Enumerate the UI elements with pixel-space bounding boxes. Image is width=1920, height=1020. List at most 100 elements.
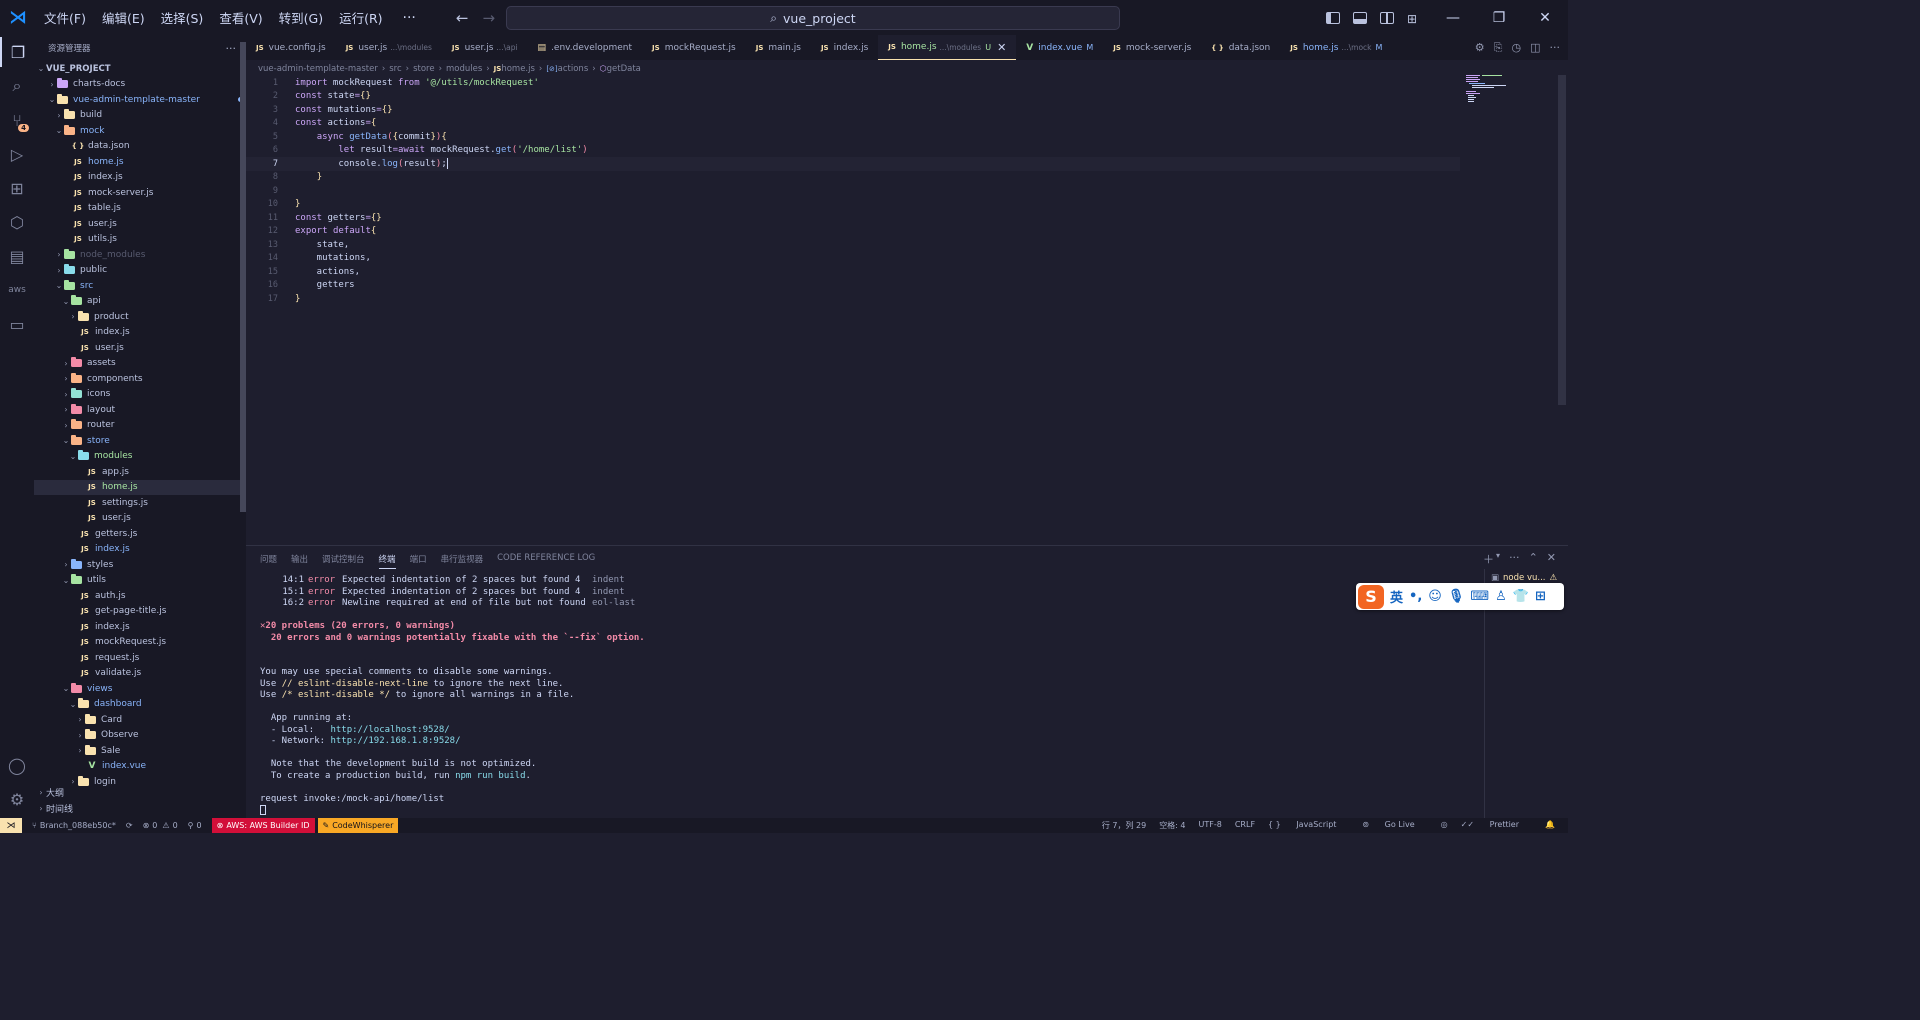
tree-item[interactable]: JS index.js xyxy=(34,325,246,341)
warning-count[interactable]: 0 xyxy=(173,821,178,830)
tree-item[interactable]: JS request.js xyxy=(34,650,246,666)
command-center-search[interactable]: ⌕ vue_project xyxy=(506,6,1120,30)
restore-icon[interactable]: ❐ xyxy=(1476,10,1522,26)
tree-item[interactable]: ⌄ utils xyxy=(34,573,246,589)
skin-icon[interactable]: 👕 xyxy=(1513,589,1529,604)
aws-icon[interactable]: aws xyxy=(0,275,34,305)
code-line[interactable]: 3 const mutations ={} xyxy=(246,103,1460,117)
chevron-down-icon[interactable]: ⌄ xyxy=(61,576,71,585)
panel-more-icon[interactable]: ··· xyxy=(1509,551,1520,567)
tab-mockrequest-js[interactable]: JS mockRequest.js xyxy=(642,35,746,60)
testing-icon[interactable]: ▤ xyxy=(0,241,34,271)
toggle-panel-icon[interactable] xyxy=(1353,11,1367,24)
tree-item[interactable]: JS user.js xyxy=(34,340,246,356)
chevron-right-icon[interactable]: › xyxy=(54,266,64,275)
maximize-panel-icon[interactable]: ⌃ xyxy=(1529,551,1538,567)
error-count[interactable]: 0 xyxy=(152,821,157,830)
panel-tab[interactable]: CODE REFERENCE LOG xyxy=(497,553,595,569)
language-mode[interactable]: { } JavaScript xyxy=(1268,820,1349,831)
branch-name[interactable]: Branch_088eb50c* xyxy=(40,821,116,830)
chevron-down-icon[interactable]: ⌄ xyxy=(47,95,57,104)
panel-tab[interactable]: 终端 xyxy=(378,553,396,569)
menu-item-1[interactable]: 编辑(E) xyxy=(102,8,145,27)
chevron-down-icon[interactable]: ⌄ xyxy=(61,684,71,693)
tree-item[interactable]: › styles xyxy=(34,557,246,573)
tree-item[interactable]: { } data.json xyxy=(34,139,246,155)
chevron-down-icon[interactable]: ⌄ xyxy=(68,700,78,709)
tree-item[interactable]: ⌄ views xyxy=(34,681,246,697)
menu-item-0[interactable]: 文件(F) xyxy=(44,8,86,27)
chevron-right-icon[interactable]: › xyxy=(61,421,71,430)
tree-item[interactable]: ⌄ dashboard xyxy=(34,697,246,713)
local-url-link[interactable]: http://localhost:9528/ xyxy=(330,725,449,737)
account-icon[interactable]: ◯ xyxy=(0,750,34,780)
chevron-right-icon[interactable]: › xyxy=(61,390,71,399)
tree-item[interactable]: › product xyxy=(34,309,246,325)
chevron-right-icon[interactable]: › xyxy=(47,80,57,89)
tree-item[interactable]: JS settings.js xyxy=(34,495,246,511)
remote-explorer-icon[interactable]: ⬡ xyxy=(0,207,34,237)
chevron-right-icon[interactable]: › xyxy=(75,731,85,740)
extensions-icon[interactable]: ⊞ xyxy=(0,173,34,203)
code-line[interactable]: 12 export default{ xyxy=(246,225,1460,239)
voice-icon[interactable]: 🎙 xyxy=(1448,589,1465,604)
chevron-down-icon[interactable]: ⌄ xyxy=(36,64,46,73)
breadcrumb-item[interactable]: modules xyxy=(446,64,482,74)
panel-tab[interactable]: 输出 xyxy=(291,553,308,569)
menu-item-5[interactable]: 运行(R) xyxy=(339,8,382,27)
forward-arrow-icon[interactable]: → xyxy=(482,9,495,27)
tab-vue-config-js[interactable]: JS vue.config.js xyxy=(246,35,336,60)
codewhisperer-status[interactable]: ✎ CodeWhisperer xyxy=(317,818,399,833)
code-line[interactable]: 17} xyxy=(246,292,1460,306)
tree-item[interactable]: JS user.js xyxy=(34,216,246,232)
panel-tab[interactable]: 调试控制台 xyxy=(322,553,365,569)
indentation[interactable]: 空格: 4 xyxy=(1159,820,1185,831)
panel-tab[interactable]: 端口 xyxy=(410,553,427,569)
search-view-icon[interactable]: ⌕ xyxy=(0,71,34,101)
tree-item[interactable]: ⌄ mock xyxy=(34,123,246,139)
user-icon[interactable]: ♙ xyxy=(1495,589,1507,604)
network-url-link[interactable]: http://192.168.1.8:9528/ xyxy=(330,736,460,748)
tab-user-js[interactable]: JS user.js ...\api xyxy=(442,35,528,60)
tab-home-js[interactable]: JS home.js ...\mock M xyxy=(1280,35,1392,60)
tree-item[interactable]: JS mockRequest.js xyxy=(34,635,246,651)
chevron-down-icon[interactable]: ⌄ xyxy=(54,281,64,290)
code-line[interactable]: 14 mutations, xyxy=(246,252,1460,266)
line-ending[interactable]: CRLF xyxy=(1235,820,1255,831)
tree-item[interactable]: JS table.js xyxy=(34,201,246,217)
tree-item[interactable]: › layout xyxy=(34,402,246,418)
toggle-primary-sidebar-icon[interactable] xyxy=(1326,11,1340,24)
chevron-right-icon[interactable]: › xyxy=(61,560,71,569)
tree-item[interactable]: › public xyxy=(34,263,246,279)
tree-item[interactable]: › node_modules xyxy=(34,247,246,263)
notifications-icon[interactable]: 🔔 xyxy=(1545,820,1555,831)
code-line[interactable]: 16 getters xyxy=(246,279,1460,293)
tree-item[interactable]: › components xyxy=(34,371,246,387)
tab-data-json[interactable]: { } data.json xyxy=(1201,35,1280,60)
breadcrumb-item[interactable]: home.js xyxy=(501,64,535,74)
go-live[interactable]: ⊚ Go Live xyxy=(1362,820,1427,831)
toggle-secondary-sidebar-icon[interactable] xyxy=(1380,11,1394,24)
more-menu-icon[interactable]: ··· xyxy=(403,10,416,26)
chevron-right-icon[interactable]: › xyxy=(54,250,64,259)
chat-icon[interactable]: ▭ xyxy=(0,309,34,339)
chevron-down-icon[interactable]: ⌄ xyxy=(61,436,71,445)
code-line[interactable]: 1 import mockRequest from '@/utils/mockRe… xyxy=(246,76,1460,90)
minimize-icon[interactable]: — xyxy=(1430,10,1476,26)
keyboard-icon[interactable]: ⌨ xyxy=(1470,589,1489,604)
tree-item[interactable]: JS user.js xyxy=(34,511,246,527)
cursor-position[interactable]: 行 7，列 29 xyxy=(1102,820,1146,831)
run-debug-icon[interactable]: ▷ xyxy=(0,139,34,169)
outline-section[interactable]: › 大纲 xyxy=(34,785,240,801)
tab--env-development[interactable]: ▤ .env.development xyxy=(528,35,642,60)
error-count-icon[interactable]: ⊗ xyxy=(143,821,150,830)
tree-item[interactable]: JS app.js xyxy=(34,464,246,480)
code-line[interactable]: 7 console. log(result); xyxy=(246,157,1460,171)
tab-home-js[interactable]: JS home.js ...\modules U ✕ xyxy=(878,35,1017,60)
tree-item[interactable]: JS index.js xyxy=(34,619,246,635)
timeline-icon[interactable]: ◷ xyxy=(1511,41,1521,54)
chevron-right-icon[interactable]: › xyxy=(68,312,78,321)
remote-icon[interactable]: ⋊ xyxy=(0,818,22,833)
tree-item[interactable]: JS getters.js xyxy=(34,526,246,542)
tree-item[interactable]: › Sale xyxy=(34,743,246,759)
